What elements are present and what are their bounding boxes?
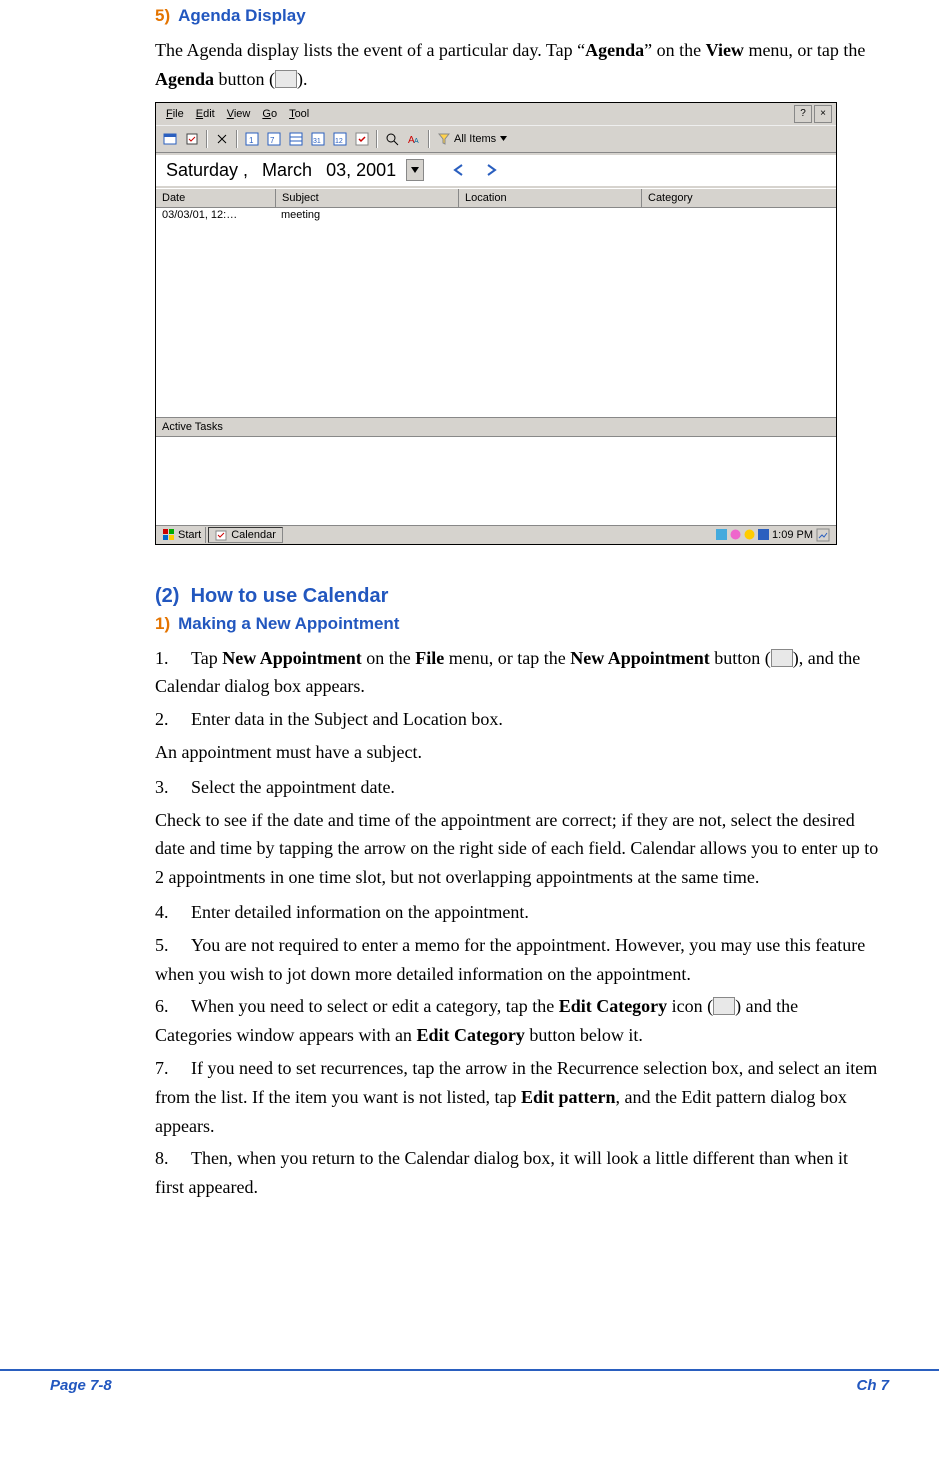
calendar-app-icon [215,529,227,541]
step-1: 1.Tap New Appointment on the File menu, … [155,644,879,702]
svg-text:12: 12 [335,138,343,145]
agenda-view-icon[interactable] [352,129,372,149]
col-date[interactable]: Date [156,189,276,207]
clock: 1:09 PM [772,529,813,541]
help-button[interactable]: ? [794,105,812,123]
tray-icon-1[interactable] [716,529,727,540]
tasks-area [156,437,836,525]
subheading-title: Making a New Appointment [178,614,399,633]
agenda-icon [275,70,297,88]
day-view-icon[interactable]: 1 [242,129,262,149]
step-5: 5.You are not required to enter a memo f… [155,931,879,989]
step-6: 6.When you need to select or edit a cate… [155,992,879,1050]
menu-file[interactable]: FFileile [160,107,190,121]
step-8: 8.Then, when you return to the Calendar … [155,1144,879,1202]
cell-date: 03/03/01, 12:… [156,208,275,222]
find-icon[interactable] [382,129,402,149]
calendar-screenshot: FFileile Edit View Go Tool ? × 1 7 31 12… [155,102,837,545]
active-tasks-header[interactable]: Active Tasks [156,417,836,437]
svg-text:31: 31 [313,138,321,145]
new-appointment-inline-icon [771,649,793,667]
filter-all-items[interactable]: All Items [434,129,513,149]
menu-edit[interactable]: Edit [190,107,221,121]
taskbar-app-calendar[interactable]: Calendar [208,527,283,543]
windows-icon [162,528,176,542]
desktop-icon[interactable] [816,528,830,542]
date-bar: Saturday , March 03, 2001 [156,153,836,188]
page-footer: Page 7-8 Ch 7 [0,1369,939,1394]
edit-category-inline-icon [713,997,735,1015]
tray-icon-4[interactable] [758,529,769,540]
step-7: 7.If you need to set recurrences, tap th… [155,1054,879,1140]
date-day: 03, 2001 [322,159,400,182]
step-2: 2.Enter data in the Subject and Location… [155,705,879,734]
col-category[interactable]: Category [642,189,836,207]
svg-text:1: 1 [249,136,254,145]
menu-view[interactable]: View [221,107,257,121]
toolbar: 1 7 31 12 AA All Items [156,125,836,153]
menu-tool[interactable]: Tool [283,107,315,121]
subheading-number: 1) [155,614,170,633]
heading-2: (2) How to use Calendar [155,585,879,608]
footer-left: Page 7-8 [50,1371,112,1394]
step-4: 4.Enter detailed information on the appo… [155,898,879,927]
col-location[interactable]: Location [459,189,642,207]
intro-paragraph: The Agenda display lists the event of a … [155,36,879,94]
prev-day-button[interactable] [448,159,470,181]
twelve-view-icon[interactable]: 12 [330,129,350,149]
events-grid: Date Subject Location Category 03/03/01,… [156,188,836,417]
svg-text:A: A [414,138,419,145]
menu-go[interactable]: Go [256,107,283,121]
step-2-note: An appointment must have a subject. [155,738,879,767]
tray-icon-3[interactable] [744,529,755,540]
filter-icon [438,133,450,145]
next-day-button[interactable] [480,159,502,181]
new-task-icon[interactable] [182,129,202,149]
close-button[interactable]: × [814,105,832,123]
new-appointment-icon[interactable] [160,129,180,149]
heading-title: Agenda Display [178,6,306,25]
date-weekday: Saturday , [162,159,252,182]
cell-subject: meeting [275,208,457,222]
week-view-icon[interactable]: 7 [264,129,284,149]
date-dropdown[interactable] [406,159,424,181]
system-tray: 1:09 PM [712,528,834,542]
heading-number: 5) [155,6,170,25]
delete-icon[interactable] [212,129,232,149]
date-month: March [258,159,316,182]
week2-view-icon[interactable] [286,129,306,149]
svg-text:7: 7 [270,136,275,145]
step-3: 3.Select the appointment date. [155,773,879,802]
tray-icon-2[interactable] [730,529,741,540]
taskbar: Start Calendar 1:09 PM [156,525,836,544]
month-view-icon[interactable]: 31 [308,129,328,149]
menubar: FFileile Edit View Go Tool ? × [156,103,836,125]
col-subject[interactable]: Subject [276,189,459,207]
start-button[interactable]: Start [158,527,206,543]
footer-right: Ch 7 [856,1371,889,1394]
step-3-note: Check to see if the date and time of the… [155,806,879,892]
table-row[interactable]: 03/03/01, 12:… meeting [156,208,836,222]
font-icon[interactable]: AA [404,129,424,149]
